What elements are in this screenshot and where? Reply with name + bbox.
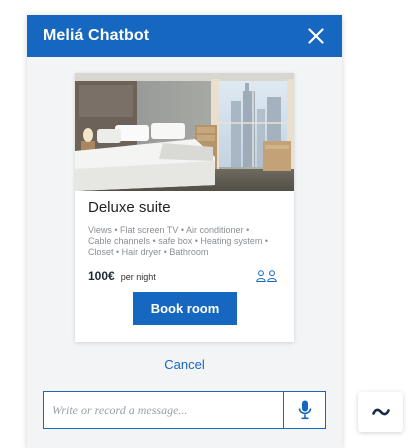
chat-title: Meliá Chatbot bbox=[43, 27, 150, 44]
amenity: safe box bbox=[158, 236, 193, 246]
amenity: Cable channels bbox=[88, 236, 151, 246]
close-button[interactable] bbox=[305, 25, 327, 47]
amenity: Views bbox=[88, 225, 112, 235]
amenities-list: Views • Flat screen TV • Air conditioner… bbox=[88, 225, 269, 257]
chat-window: Meliá Chatbot Deluxe suite Views • Flat … bbox=[27, 15, 342, 448]
price-unit: per night bbox=[120, 272, 156, 282]
two-guests-icon bbox=[256, 270, 277, 282]
record-button[interactable] bbox=[283, 391, 326, 429]
room-name: Deluxe suite bbox=[88, 199, 171, 216]
page: Meliá Chatbot Deluxe suite Views • Flat … bbox=[0, 0, 417, 448]
amenity: Closet bbox=[88, 247, 114, 257]
amenity: Flat screen TV bbox=[120, 225, 179, 235]
room-card: Deluxe suite Views • Flat screen TV • Ai… bbox=[75, 73, 294, 342]
tilde-icon bbox=[371, 408, 390, 416]
amenity: Bathroom bbox=[169, 247, 209, 257]
message-composer bbox=[43, 391, 326, 429]
book-room-button[interactable]: Book room bbox=[133, 292, 237, 325]
hotel-room-photo bbox=[75, 73, 294, 191]
chat-header: Meliá Chatbot bbox=[27, 15, 342, 57]
amenity: Air conditioner bbox=[186, 225, 244, 235]
message-input[interactable] bbox=[43, 391, 283, 429]
close-icon bbox=[308, 28, 324, 44]
amenity: Heating system bbox=[200, 236, 263, 246]
microphone-icon bbox=[298, 400, 311, 420]
room-price: 100€ bbox=[88, 269, 115, 283]
cancel-link[interactable]: Cancel bbox=[27, 357, 342, 372]
price-row: 100€ per night bbox=[88, 269, 278, 285]
amenity: Hair dryer bbox=[121, 247, 162, 257]
minimize-chat-button[interactable] bbox=[358, 392, 403, 432]
